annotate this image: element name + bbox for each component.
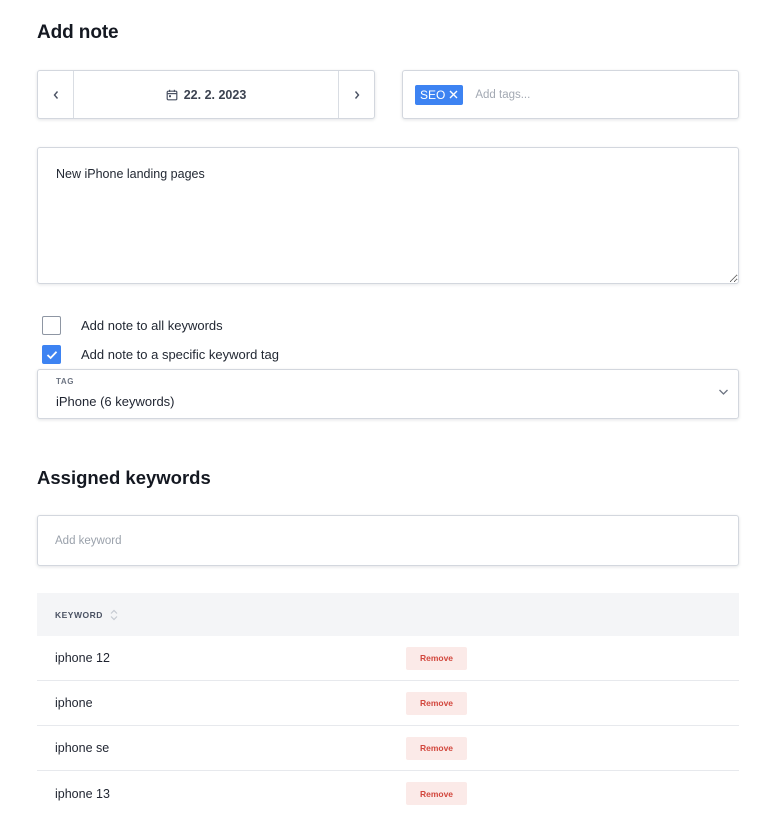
specific-tag-label: Add note to a specific keyword tag bbox=[81, 347, 280, 362]
table-row: iphone se Remove bbox=[37, 726, 739, 771]
prev-date-button[interactable] bbox=[38, 71, 74, 118]
keyword-column-header[interactable]: KEYWORD bbox=[55, 610, 103, 620]
add-keyword-field[interactable] bbox=[37, 515, 739, 566]
tag-select[interactable]: TAG iPhone (6 keywords) bbox=[37, 369, 739, 419]
close-icon[interactable] bbox=[449, 90, 458, 99]
add-keyword-input[interactable] bbox=[55, 534, 655, 547]
tag-chip-label: SEO bbox=[420, 87, 446, 102]
remove-button[interactable]: Remove bbox=[406, 782, 467, 805]
date-value: 22. 2. 2023 bbox=[183, 87, 247, 102]
checkmark-icon bbox=[46, 350, 57, 359]
all-keywords-label: Add note to all keywords bbox=[81, 318, 223, 333]
keyword-cell: iphone se bbox=[55, 741, 110, 755]
calendar-icon bbox=[166, 89, 178, 100]
tag-select-caption: TAG bbox=[56, 377, 75, 386]
table-row: iphone 12 Remove bbox=[37, 636, 739, 681]
keywords-table: KEYWORD iphone 12 Remove iphone Remove i… bbox=[37, 593, 739, 814]
keyword-cell: iphone 12 bbox=[55, 651, 110, 665]
keyword-cell: iphone bbox=[55, 696, 93, 710]
tag-chip: SEO bbox=[415, 84, 464, 105]
keyword-cell: iphone 13 bbox=[55, 786, 110, 801]
table-row: iphone 13 Remove bbox=[37, 771, 739, 814]
remove-button[interactable]: Remove bbox=[406, 736, 467, 760]
sort-icon[interactable] bbox=[110, 609, 118, 621]
remove-button[interactable]: Remove bbox=[406, 691, 467, 715]
chevron-right-icon bbox=[354, 90, 359, 99]
all-keywords-checkbox[interactable] bbox=[42, 316, 61, 335]
specific-tag-option: Add note to a specific keyword tag bbox=[42, 345, 279, 364]
note-textarea[interactable]: New iPhone landing pages bbox=[37, 147, 739, 284]
all-keywords-option: Add note to all keywords bbox=[42, 316, 223, 335]
chevron-left-icon bbox=[53, 90, 58, 99]
page-title: Add note bbox=[37, 22, 119, 43]
tags-input[interactable] bbox=[475, 88, 676, 101]
specific-tag-checkbox[interactable] bbox=[42, 345, 61, 364]
chevron-down-icon bbox=[719, 389, 728, 395]
next-date-button[interactable] bbox=[338, 71, 374, 118]
tag-select-value: iPhone (6 keywords) bbox=[56, 394, 175, 409]
remove-button[interactable]: Remove bbox=[406, 646, 467, 670]
date-display[interactable]: 22. 2. 2023 bbox=[74, 71, 338, 118]
tags-field[interactable]: SEO bbox=[402, 70, 739, 119]
date-picker: 22. 2. 2023 bbox=[37, 70, 375, 119]
table-header: KEYWORD bbox=[37, 593, 739, 636]
section-title: Assigned keywords bbox=[37, 467, 211, 488]
table-row: iphone Remove bbox=[37, 681, 739, 726]
